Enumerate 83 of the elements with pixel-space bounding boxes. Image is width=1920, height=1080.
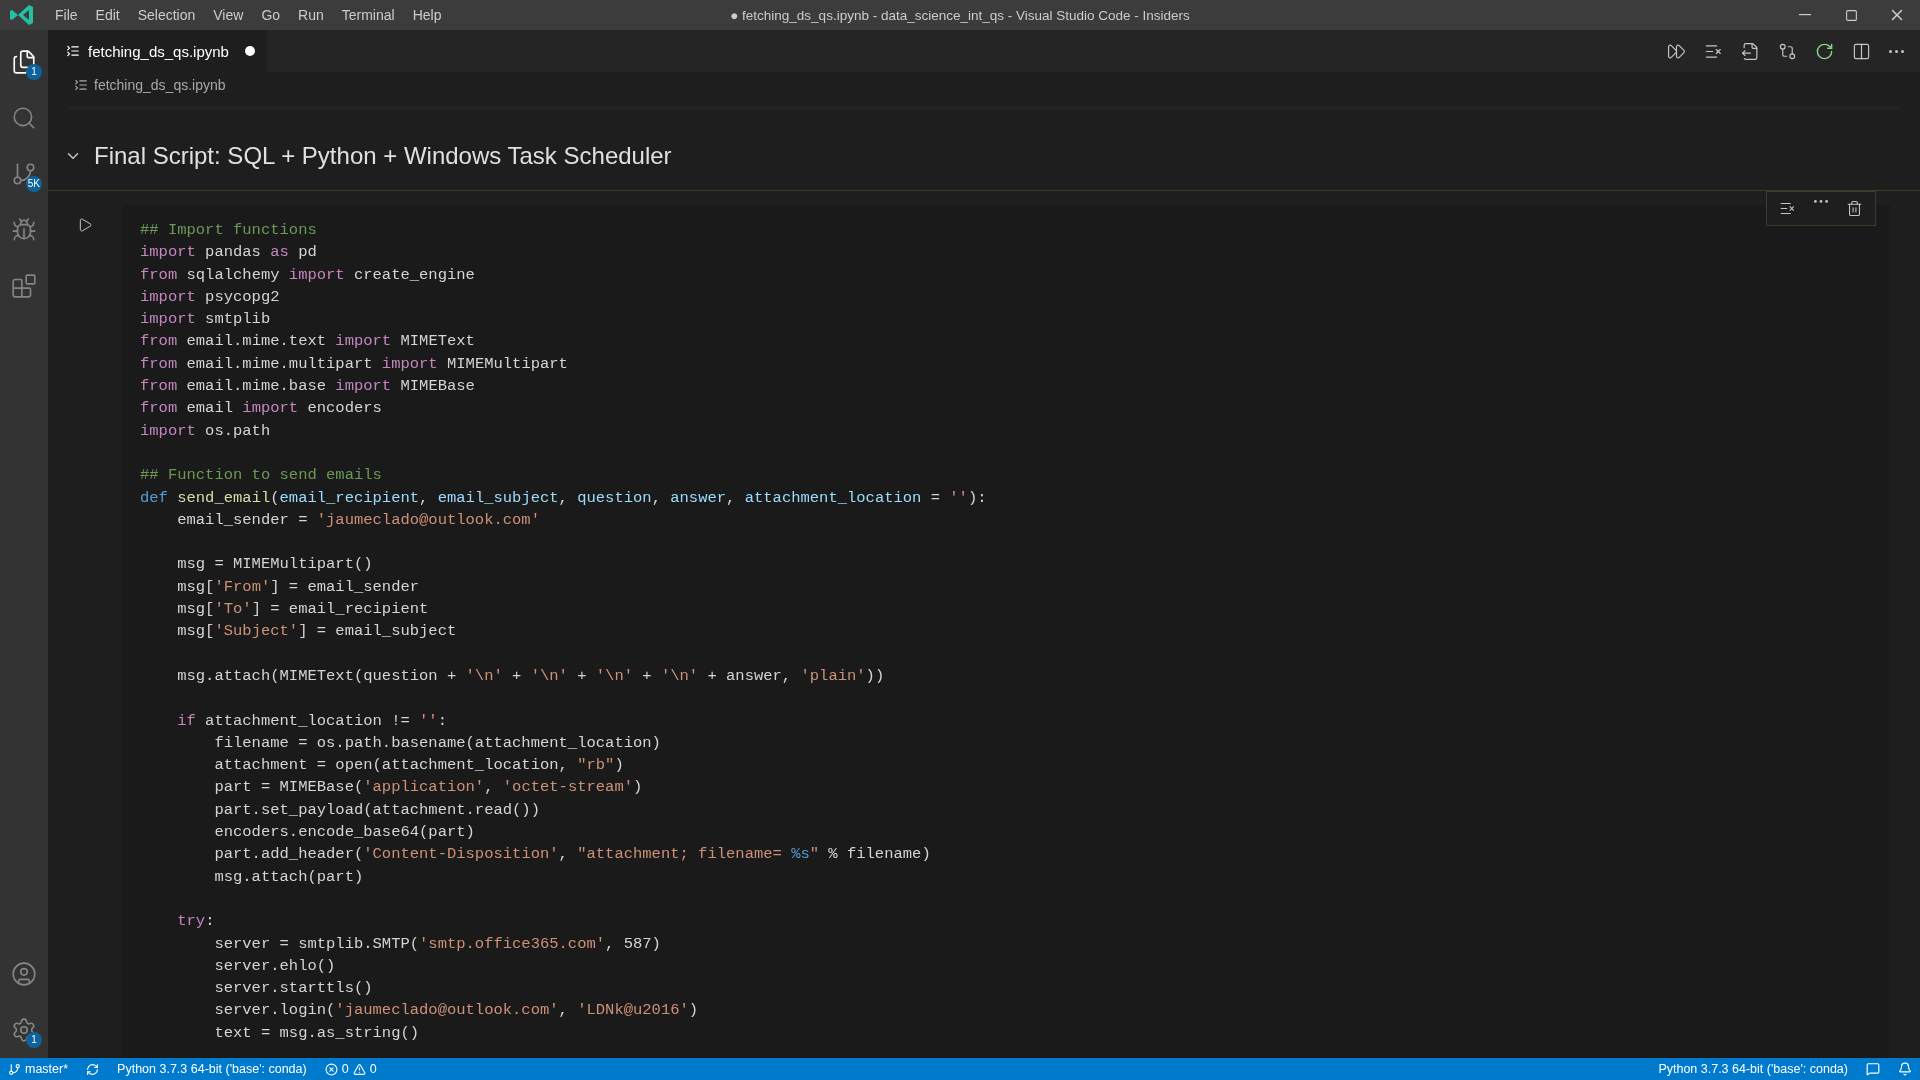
menu-item[interactable]: File bbox=[46, 7, 87, 23]
code-line: import pandas as pd bbox=[140, 242, 318, 264]
code-line: server.starttls() bbox=[213, 978, 374, 1000]
branch-icon bbox=[8, 1062, 21, 1076]
code-line: msg['To'] = email_recipient bbox=[176, 599, 430, 621]
code-line: msg['Subject'] = email_subject bbox=[176, 621, 458, 643]
code-line: msg.attach(part) bbox=[213, 866, 365, 888]
code-line: from sqlalchemy import create_engine bbox=[140, 264, 476, 286]
code-line: server.ehlo() bbox=[213, 955, 337, 977]
error-count: 0 bbox=[341, 1062, 349, 1076]
notification-badge: 1 bbox=[26, 1032, 42, 1048]
code-line: from email import encoders bbox=[140, 398, 383, 420]
menu-item[interactable]: Help bbox=[403, 7, 451, 23]
sync-icon[interactable] bbox=[86, 1062, 100, 1076]
more-icon bbox=[1814, 200, 1828, 203]
search-icon bbox=[11, 105, 37, 131]
code-line: server = smtplib.SMTP('smtp.office365.com', 587) bbox=[213, 933, 662, 955]
problems-indicator[interactable]: 0 0 bbox=[324, 1062, 377, 1076]
warning-count: 0 bbox=[369, 1062, 377, 1076]
minimize-icon bbox=[1799, 14, 1811, 16]
feedback-icon[interactable] bbox=[1866, 1062, 1880, 1076]
code-line: ## Function to send emails bbox=[140, 465, 383, 487]
settings-icon bbox=[11, 1017, 37, 1043]
files-icon bbox=[11, 49, 37, 75]
code-line: msg.attach(MIMEText(question + '\n' + '\n' + '\n' + '\n' + answer, 'plain')) bbox=[176, 665, 886, 687]
more-actions-button[interactable] bbox=[1887, 47, 1906, 55]
code-line: from email.mime.text import MIMEText bbox=[140, 331, 476, 353]
file-export-icon bbox=[1741, 41, 1760, 61]
compare-icon bbox=[1778, 41, 1797, 61]
extensions-icon bbox=[11, 273, 37, 299]
code-line: from email.mime.base import MIMEBase bbox=[140, 376, 476, 398]
branch-indicator[interactable]: master* bbox=[8, 1062, 69, 1076]
code-line: from email.mime.multipart import MIMEMultipart bbox=[140, 353, 569, 375]
notebook-file-icon bbox=[74, 78, 88, 92]
breadcrumb[interactable]: fetching_ds_qs.ipynb bbox=[94, 77, 226, 93]
interpreter-selector[interactable]: Python 3.7.3 64-bit ('base': conda) bbox=[1658, 1062, 1848, 1076]
warning-icon bbox=[352, 1062, 366, 1076]
code-line: attachment = open(attachment_location, "rb") bbox=[213, 755, 625, 777]
trash-icon bbox=[1846, 200, 1863, 217]
code-line: ## Import functions bbox=[140, 220, 318, 241]
account-icon bbox=[11, 961, 37, 987]
code-line: part.add_header('Content-Disposition', "attachment; filename= %s" % filename) bbox=[213, 844, 932, 866]
branch-name: master* bbox=[25, 1062, 69, 1076]
notebook-file-icon bbox=[66, 44, 80, 58]
code-line: def send_email(email_recipient, email_subject, question, answer, attachment_location = ''): bbox=[140, 487, 988, 509]
code-line: import os.path bbox=[140, 420, 272, 442]
code-line: filename = os.path.basename(attachment_location) bbox=[213, 732, 662, 754]
restart-icon bbox=[1815, 41, 1834, 61]
menu-item[interactable]: Terminal bbox=[332, 7, 404, 23]
code-line: part = MIMEBase('application', 'octet-stream') bbox=[213, 777, 644, 799]
notification-badge: 5K bbox=[25, 176, 42, 192]
interpreter-selector[interactable]: Python 3.7.3 64-bit ('base': conda) bbox=[117, 1062, 307, 1076]
play-icon bbox=[77, 217, 93, 233]
code-line: server.login('jaumeclado@outlook.com', 'LDNk@u2016') bbox=[213, 1000, 700, 1022]
error-icon bbox=[324, 1062, 338, 1076]
code-line: encoders.encode_base64(part) bbox=[213, 822, 476, 843]
more-icon bbox=[1889, 49, 1904, 53]
notifications-icon[interactable] bbox=[1898, 1062, 1912, 1076]
code-line: part.set_payload(attachment.read()) bbox=[213, 799, 541, 821]
run-debug-icon bbox=[11, 217, 37, 243]
notification-badge: 1 bbox=[26, 64, 42, 80]
code-line: msg['From'] = email_sender bbox=[176, 576, 421, 598]
menu-item[interactable]: Run bbox=[289, 7, 333, 23]
code-line: email_sender = 'jaumeclado@outlook.com' bbox=[176, 509, 541, 531]
split-editor-icon bbox=[1852, 41, 1871, 61]
code-line: import psycopg2 bbox=[140, 286, 281, 308]
code-line: import smtplib bbox=[140, 309, 272, 331]
code-line: text = msg.as_string() bbox=[213, 1022, 421, 1044]
code-line: if attachment_location != '': bbox=[176, 710, 448, 732]
code-line: msg = MIMEMultipart() bbox=[176, 554, 374, 576]
settings-button[interactable]: 1 bbox=[0, 1002, 48, 1058]
files-button[interactable]: 1 bbox=[0, 34, 48, 90]
menu-item[interactable]: Go bbox=[252, 7, 290, 23]
editor-tab[interactable]: fetching_ds_qs.ipynb bbox=[48, 30, 267, 72]
maximize-icon bbox=[1844, 8, 1858, 22]
clear-list-icon bbox=[1779, 200, 1796, 217]
source-control-button[interactable]: 5K bbox=[0, 146, 48, 202]
markdown-heading: Final Script: SQL + Python + Windows Task Scheduler bbox=[94, 142, 672, 170]
menu-item[interactable]: View bbox=[204, 7, 253, 23]
code-line: try: bbox=[176, 911, 216, 933]
menu-item[interactable]: Edit bbox=[86, 7, 129, 23]
menu-item[interactable]: Selection bbox=[128, 7, 205, 23]
window-title: ● fetching_ds_qs.ipynb - data_science_int_qs - Visual Studio Code - Insiders bbox=[730, 7, 1190, 23]
